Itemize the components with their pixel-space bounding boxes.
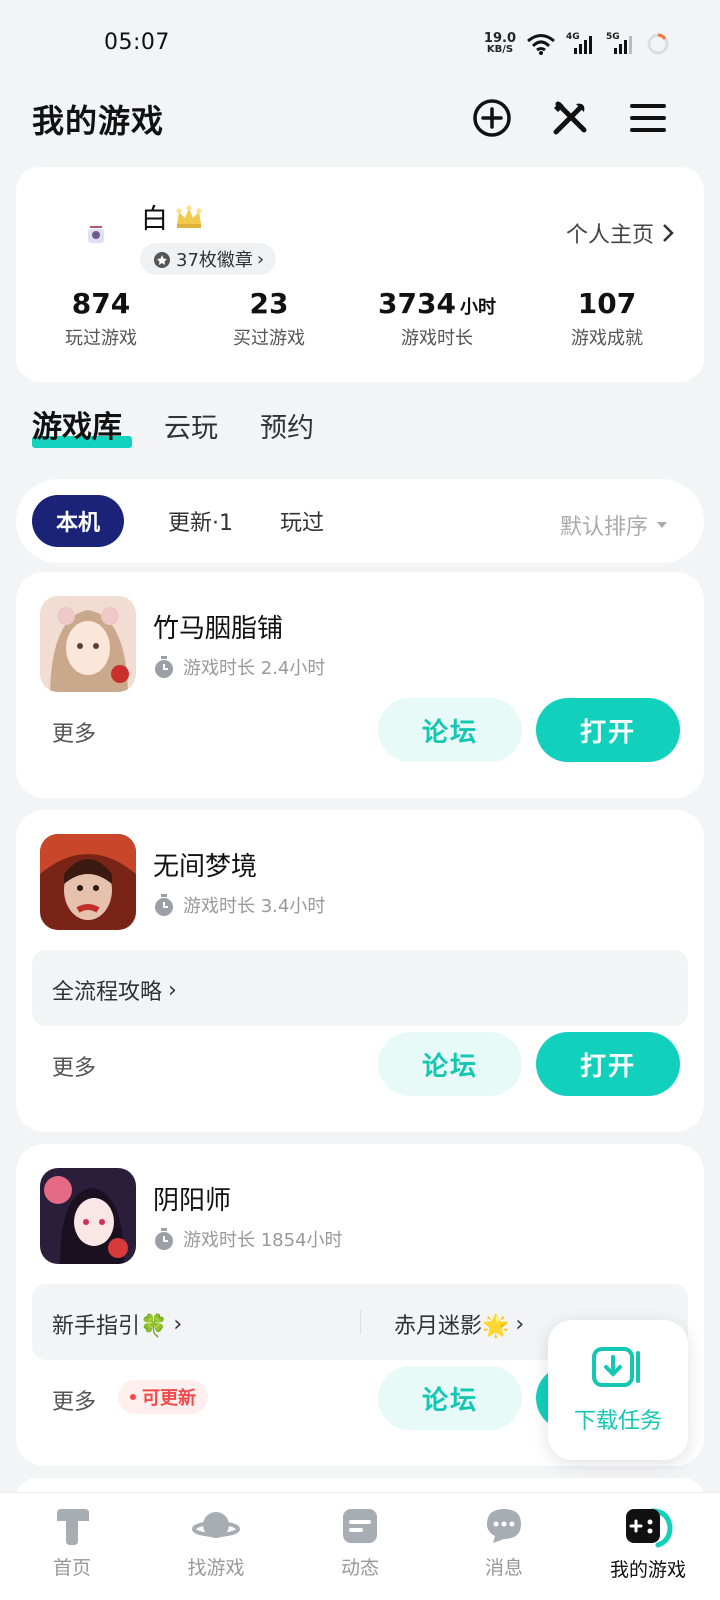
nav-discover[interactable]: 找游戏 (144, 1505, 288, 1580)
open-button[interactable]: 打开 (536, 698, 680, 762)
status-time: 05:07 (104, 30, 170, 55)
stat-playtime[interactable]: 3734 小时 游戏时长 (352, 287, 522, 350)
game-playtime: 游戏时长 3.4小时 (153, 892, 325, 918)
battery-icon (647, 33, 669, 55)
download-icon (592, 1347, 640, 1387)
chevron-right-icon: › (515, 1311, 525, 1337)
game-playtime: 游戏时长 1854小时 (153, 1226, 343, 1252)
signal-5g-icon: 5G (606, 32, 636, 56)
nav-feed[interactable]: 动态 (288, 1505, 432, 1580)
game-icon[interactable] (40, 596, 136, 692)
tools-icon (553, 101, 587, 135)
stat-bought[interactable]: 23 买过游戏 (184, 287, 354, 350)
gamepad-icon (626, 1508, 673, 1548)
chevron-right-icon: › (173, 1311, 183, 1337)
download-task-label: 下载任务 (573, 1409, 662, 1434)
stopwatch-icon (155, 656, 173, 678)
profile-card: 白 37枚徽章 › 个人主页 874 玩过游戏 23 买过游戏 3734 小时 游… (16, 167, 704, 382)
page-title: 我的游戏 (32, 102, 165, 140)
homepage-link[interactable]: 个人主页 (566, 217, 674, 249)
menu-button[interactable] (626, 96, 670, 140)
chat-icon (487, 1509, 521, 1543)
menu-icon (630, 104, 666, 132)
download-task-button[interactable]: 下载任务 (548, 1320, 688, 1460)
planet-icon (192, 1512, 240, 1538)
divider (360, 1310, 361, 1334)
more-button[interactable]: 更多 (52, 1384, 96, 1416)
stat-played[interactable]: 874 玩过游戏 (16, 287, 186, 350)
game-name[interactable]: 竹马胭脂铺 (153, 608, 283, 645)
guide-link[interactable]: 全流程攻略 › (52, 974, 177, 1006)
chevron-right-icon: › (168, 977, 177, 1003)
guide-link[interactable]: 新手指引🍀 › (52, 1308, 182, 1340)
game-name[interactable]: 无间梦境 (153, 846, 257, 883)
home-icon (57, 1509, 89, 1545)
avatar-image (88, 226, 104, 243)
status-icons: 19.0 KB/S 4G 5G (484, 32, 670, 56)
more-button[interactable]: 更多 (52, 716, 96, 748)
signal-4g-icon: 4G (566, 32, 596, 56)
tab-reservations[interactable]: 预约 (260, 406, 314, 445)
chevron-right-icon (663, 224, 674, 242)
game-icon[interactable] (40, 834, 136, 930)
user-name[interactable]: 白 (141, 197, 204, 236)
nav-my-games[interactable]: 我的游戏 (576, 1505, 720, 1582)
add-circle-icon (473, 99, 511, 137)
crown-icon (176, 205, 202, 228)
net-speed: 19.0 KB/S (483, 31, 516, 55)
forum-button[interactable]: 论坛 (378, 698, 522, 762)
caret-down-icon (657, 522, 667, 528)
tab-library[interactable]: 游戏库 (32, 402, 122, 446)
nav-messages[interactable]: 消息 (432, 1505, 576, 1580)
game-card: 竹马胭脂铺 游戏时长 2.4小时 更多 论坛 打开 (16, 572, 704, 798)
stat-achievements[interactable]: 107 游戏成就 (522, 287, 692, 350)
guide-link[interactable]: 赤月迷影🌟 › (394, 1308, 524, 1340)
filter-bar: 本机 更新·1 玩过 默认排序 (16, 479, 704, 563)
filter-played[interactable]: 玩过 (256, 495, 348, 547)
wifi-icon (527, 34, 555, 55)
bottom-nav: 首页 找游戏 动态 消息 我的游戏 (0, 1492, 720, 1600)
forum-button[interactable]: 论坛 (378, 1366, 522, 1430)
game-playtime: 游戏时长 2.4小时 (153, 654, 325, 680)
filter-local[interactable]: 本机 (32, 495, 125, 547)
guide-strip: 全流程攻略 › (32, 950, 688, 1026)
game-card: 无间梦境 游戏时长 3.4小时 全流程攻略 › 更多 论坛 打开 (16, 810, 704, 1132)
feed-icon (343, 1509, 377, 1543)
stopwatch-icon (155, 894, 173, 916)
filter-updates[interactable]: 更新·1 (144, 495, 257, 547)
tab-cloud-play[interactable]: 云玩 (164, 406, 218, 445)
medal-icon (154, 252, 170, 268)
open-button[interactable]: 打开 (536, 1032, 680, 1096)
forum-button[interactable]: 论坛 (378, 1032, 522, 1096)
tools-button[interactable] (548, 96, 592, 140)
game-icon[interactable] (40, 1168, 136, 1264)
sort-dropdown[interactable]: 默认排序 (560, 509, 668, 541)
more-button[interactable]: 更多 (52, 1050, 96, 1082)
game-name[interactable]: 阴阳师 (153, 1180, 231, 1217)
update-badge[interactable]: 可更新 (118, 1380, 208, 1414)
stopwatch-icon (155, 1228, 173, 1250)
avatar[interactable] (74, 213, 118, 257)
badges-button[interactable]: 37枚徽章 › (140, 243, 277, 275)
nav-home[interactable]: 首页 (0, 1505, 144, 1580)
add-game-button[interactable] (470, 96, 514, 140)
chevron-right-icon: › (256, 248, 265, 270)
